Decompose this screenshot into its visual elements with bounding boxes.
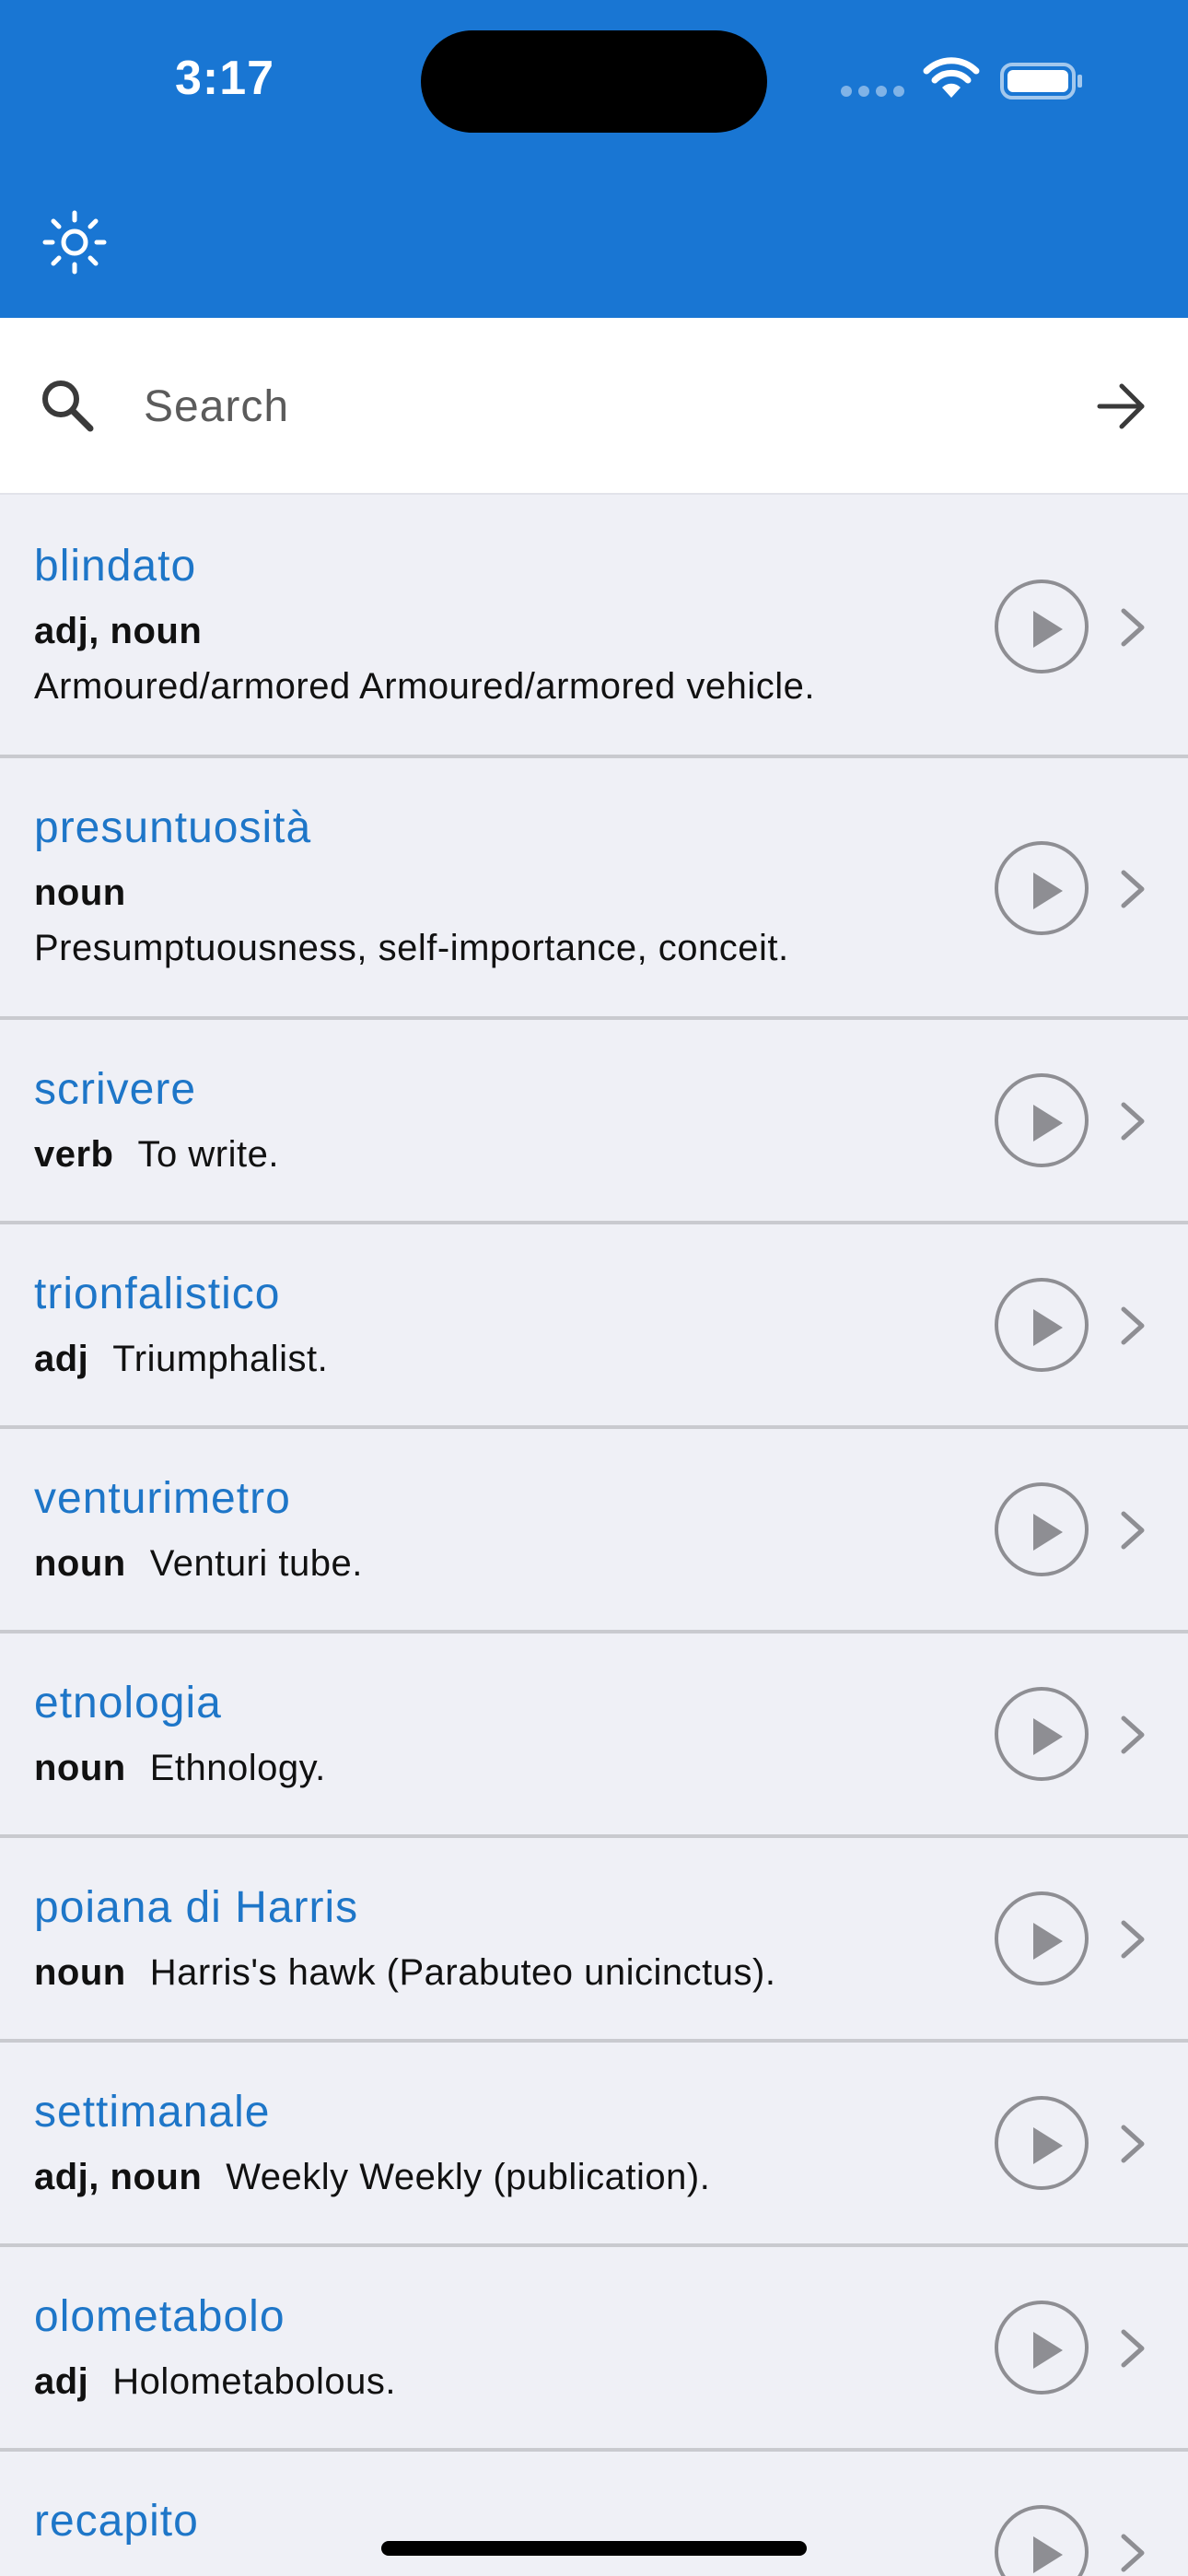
play-button[interactable] [995, 2301, 1089, 2395]
play-button[interactable] [995, 2505, 1089, 2576]
play-icon [1033, 1923, 1063, 1960]
entry-word[interactable]: trionfalistico [34, 1269, 280, 1319]
entry-part-of-speech: noun [34, 1952, 126, 1993]
word-list: blindato adj, noun Armoured/armored Armo… [0, 497, 1188, 2576]
list-item[interactable]: recapito [0, 2452, 1188, 2576]
entry-part-of-speech: noun [34, 1748, 126, 1788]
chevron-right-icon[interactable] [1118, 2328, 1147, 2369]
entry-definition: Ethnology. [149, 1748, 326, 1788]
play-icon [1033, 872, 1063, 909]
list-item[interactable]: olometabolo adj Holometabolous. [0, 2247, 1188, 2452]
play-button[interactable] [995, 1687, 1089, 1781]
play-button[interactable] [995, 2096, 1089, 2190]
entry-part-of-speech: adj, noun [34, 611, 203, 651]
search-icon [42, 381, 94, 432]
chevron-right-icon[interactable] [1118, 1715, 1147, 1755]
play-icon [1033, 1309, 1063, 1346]
battery-icon [1000, 63, 1082, 100]
entry-word[interactable]: poiana di Harris [34, 1882, 358, 1933]
chevron-right-icon[interactable] [1118, 869, 1147, 909]
entry-word[interactable]: olometabolo [34, 2291, 285, 2342]
entry-part-of-speech: noun [34, 1543, 126, 1584]
entry-definition: Armoured/armored Armoured/armored vehicl… [34, 666, 816, 707]
play-button[interactable] [995, 1073, 1089, 1167]
chevron-right-icon[interactable] [1118, 1306, 1147, 1346]
entry-word[interactable]: settimanale [34, 2087, 270, 2137]
chevron-right-icon[interactable] [1118, 607, 1147, 648]
entry-definition: Venturi tube. [149, 1543, 363, 1584]
arrow-right-icon[interactable] [1094, 379, 1149, 434]
entry-part-of-speech: adj [34, 1339, 89, 1379]
search-bar [0, 318, 1188, 495]
list-item[interactable]: scrivere verb To write. [0, 1020, 1188, 1224]
play-icon [1033, 2536, 1063, 2573]
list-item[interactable]: etnologia noun Ethnology. [0, 1633, 1188, 1838]
play-button[interactable] [995, 841, 1089, 935]
entry-definition: Presumptuousness, self-importance, conce… [34, 928, 789, 968]
entry-word[interactable]: presuntuosità [34, 802, 311, 853]
entry-word[interactable]: blindato [34, 541, 196, 591]
wifi-icon [923, 57, 980, 98]
play-icon [1033, 2332, 1063, 2369]
play-button[interactable] [995, 1891, 1089, 1985]
entry-part-of-speech: adj [34, 2361, 89, 2402]
play-icon [1033, 1514, 1063, 1551]
play-button[interactable] [995, 1278, 1089, 1372]
play-icon [1033, 1718, 1063, 1755]
chevron-right-icon[interactable] [1118, 1919, 1147, 1960]
play-icon [1033, 2127, 1063, 2164]
entry-word[interactable]: venturimetro [34, 1473, 291, 1524]
entry-definition: Holometabolous. [112, 2361, 396, 2402]
entry-word[interactable]: etnologia [34, 1678, 222, 1728]
cellular-signal-icon [841, 86, 904, 97]
play-icon [1033, 611, 1063, 648]
list-item[interactable]: settimanale adj, noun Weekly Weekly (publ… [0, 2043, 1188, 2247]
entry-word[interactable]: recapito [34, 2496, 199, 2547]
entry-definition: To write. [137, 1134, 279, 1175]
play-button[interactable] [995, 580, 1089, 673]
chevron-right-icon[interactable] [1118, 1101, 1147, 1142]
list-item[interactable]: presuntuosità noun Presumptuousness, sel… [0, 758, 1188, 1020]
list-item[interactable]: poiana di Harris noun Harris's hawk (Para… [0, 1838, 1188, 2043]
chevron-right-icon[interactable] [1118, 2533, 1147, 2573]
entry-part-of-speech: noun [34, 872, 126, 913]
search-input[interactable] [144, 371, 1046, 441]
list-item[interactable]: blindato adj, noun Armoured/armored Armo… [0, 497, 1188, 758]
dynamic-island [421, 30, 767, 133]
list-item[interactable]: trionfalistico adj Triumphalist. [0, 1224, 1188, 1429]
entry-definition: Triumphalist. [112, 1339, 329, 1379]
chevron-right-icon[interactable] [1118, 2124, 1147, 2164]
entry-definition: Weekly Weekly (publication). [226, 2157, 711, 2197]
sun-icon[interactable] [42, 210, 107, 275]
status-time: 3:17 [175, 52, 275, 105]
entry-word[interactable]: scrivere [34, 1064, 196, 1115]
entry-definition: Harris's hawk (Parabuteo unicinctus). [149, 1952, 776, 1993]
entry-part-of-speech: adj, noun [34, 2157, 203, 2197]
play-button[interactable] [995, 1482, 1089, 1576]
play-icon [1033, 1105, 1063, 1142]
chevron-right-icon[interactable] [1118, 1510, 1147, 1551]
list-item[interactable]: venturimetro noun Venturi tube. [0, 1429, 1188, 1633]
entry-part-of-speech: verb [34, 1134, 114, 1175]
app-bar: 3:17 [0, 0, 1188, 318]
home-indicator[interactable] [381, 2541, 807, 2556]
